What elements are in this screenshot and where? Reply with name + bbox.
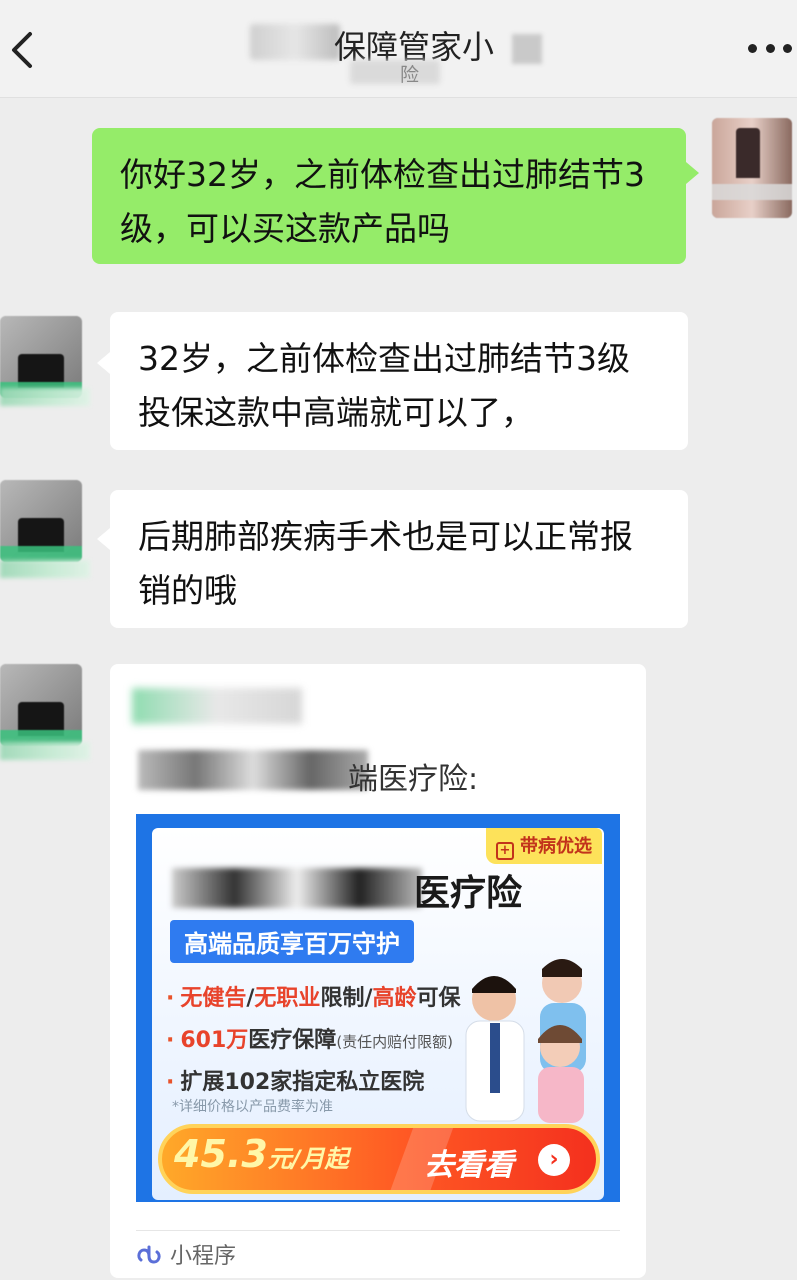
mini-program-icon xyxy=(137,1245,161,1264)
poster-panel: + 带病优选 医疗险 高端品质享百万守护 · 无健告/无职业限制/高龄可保 · 601… xyxy=(152,828,604,1200)
message-text: 你好32岁，之前体检查出过肺结节3级，可以买这款产品吗 xyxy=(120,155,645,248)
redacted-name xyxy=(0,742,90,760)
agent-avatar[interactable] xyxy=(0,664,82,746)
more-options-button[interactable] xyxy=(748,36,792,60)
message-text: 32岁，之前体检查出过肺结节3级投保这款中高端就可以了， xyxy=(138,339,630,432)
mini-program-label: 小程序 xyxy=(170,1244,237,1269)
sent-message-bubble[interactable]: 你好32岁，之前体检查出过肺结节3级，可以买这款产品吗 xyxy=(92,128,686,264)
received-message-bubble[interactable]: 后期肺部疾病手术也是可以正常报销的哦 xyxy=(110,490,688,628)
arrow-right-icon: › xyxy=(538,1144,570,1176)
product-poster[interactable]: + 带病优选 医疗险 高端品质享百万守护 · 无健告/无职业限制/高龄可保 · 601… xyxy=(136,814,620,1202)
product-title: 医疗险 xyxy=(414,873,523,914)
message-text: 后期肺部疾病手术也是可以正常报销的哦 xyxy=(138,517,633,610)
price-note: *详细价格以产品费率为准 xyxy=(172,1099,333,1115)
redacted-subtitle xyxy=(350,60,440,84)
view-product-button[interactable]: 45.3元/月起 去看看 › xyxy=(158,1124,600,1194)
dot-icon xyxy=(783,43,792,53)
family-photo-icon xyxy=(465,959,586,1123)
received-message-bubble[interactable]: 32岁，之前体检查出过肺结节3级投保这款中高端就可以了， xyxy=(110,312,688,450)
chat-subtitle: 险 xyxy=(400,64,420,86)
agent-avatar[interactable] xyxy=(0,480,82,562)
dot-icon xyxy=(765,43,775,53)
redacted-title-end xyxy=(512,34,542,64)
dot-icon xyxy=(748,43,757,53)
bubble-tail xyxy=(97,528,110,550)
redacted-sender xyxy=(132,688,302,724)
price: 45.3元/月起 xyxy=(174,1132,349,1176)
chevron-left-icon xyxy=(12,32,32,68)
chat-header: 保障管家小 险 xyxy=(0,0,797,98)
mini-program-card[interactable]: 端医疗险: + 带病优选 医疗险 高端品质享百万守护 · 无健告/无职业限制/高龄可… xyxy=(110,664,646,1278)
divider xyxy=(136,1230,620,1231)
subhead: 高端品质享百万守护 xyxy=(170,920,414,963)
redacted-product-name xyxy=(172,868,422,908)
cta-label: 去看看 xyxy=(424,1148,514,1183)
redacted-name xyxy=(0,388,90,406)
bubble-tail xyxy=(97,352,110,374)
redacted-title xyxy=(250,24,340,60)
bullet-coverage: · 601万医疗保障(责任内赔付限额) xyxy=(166,1028,454,1053)
card-title: 端医疗险: xyxy=(348,762,479,797)
badge: + 带病优选 xyxy=(486,828,602,864)
agent-avatar[interactable] xyxy=(0,316,82,398)
my-avatar[interactable] xyxy=(712,118,792,218)
bullet-no-health-declaration: · 无健告/无职业限制/高龄可保 xyxy=(166,986,461,1011)
plus-box-icon: + xyxy=(496,842,514,860)
back-button[interactable] xyxy=(4,28,44,72)
bubble-tail xyxy=(686,162,699,184)
bullet-hospitals: · 扩展102家指定私立医院 xyxy=(166,1070,425,1095)
redacted-card-title xyxy=(138,750,368,790)
chat-title-area: 保障管家小 险 xyxy=(250,18,550,88)
redacted-name xyxy=(0,560,90,578)
